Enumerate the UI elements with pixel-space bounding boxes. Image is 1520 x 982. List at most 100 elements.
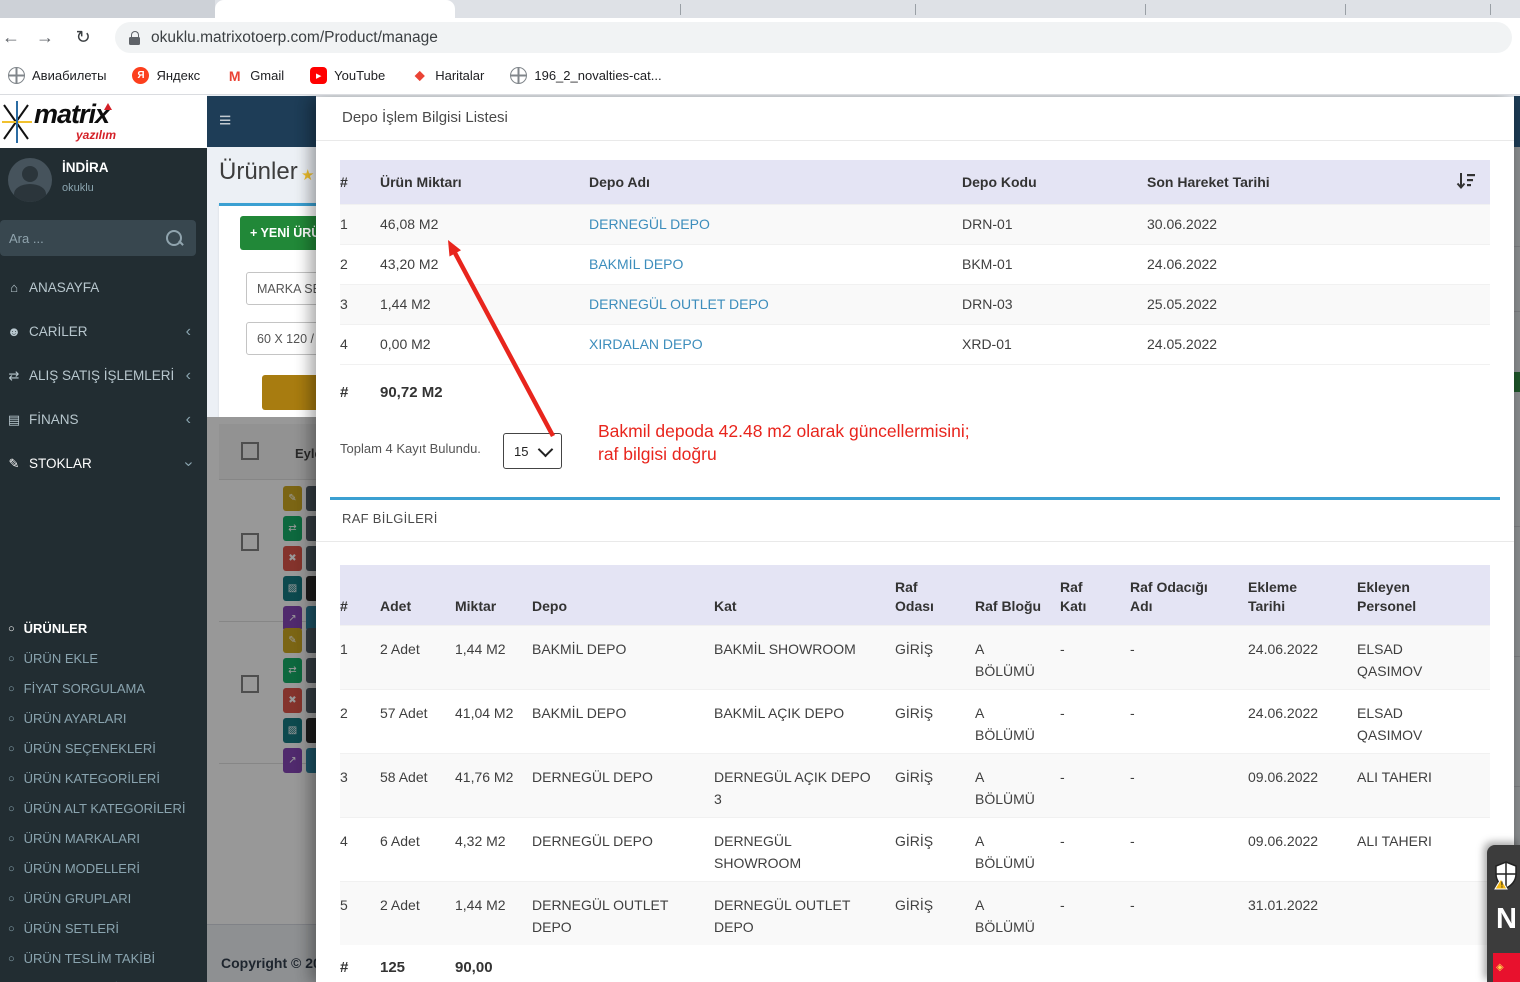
raf-col-header: Raf Bloğu	[975, 598, 1042, 614]
new-product-button[interactable]: + YENİ ÜRÜ	[240, 216, 316, 250]
sidebar-submenu-item[interactable]: ○ FİYAT SORGULAMA	[0, 674, 207, 704]
annotation-line2: raf bilgisi doğru	[598, 444, 717, 464]
sidebar-submenu-item[interactable]: ○ ÜRÜN MARKALARI	[0, 824, 207, 854]
action-icon[interactable]	[306, 688, 316, 713]
submenu-label: ÜRÜN SETLERİ	[23, 921, 120, 936]
brand-filter-input[interactable]: MARKA SE	[246, 272, 316, 305]
image-icon[interactable]: ▨	[283, 718, 302, 743]
depot-link[interactable]: DERNEGÜL DEPO	[589, 216, 710, 232]
logo-accent	[104, 103, 112, 110]
col-header-code: Depo Kodu	[962, 174, 1037, 190]
sidebar-menu-item[interactable]: CARİLER ‹	[0, 310, 207, 354]
page-size-select[interactable]: 15	[503, 433, 562, 469]
search-icon[interactable]	[166, 230, 182, 246]
sort-icon[interactable]	[1456, 171, 1476, 191]
delete-icon[interactable]: ✖	[283, 688, 302, 713]
sidebar-submenu-item[interactable]: ○ ÜRÜN SETLERİ	[0, 914, 207, 944]
action-icon[interactable]	[306, 718, 316, 743]
sidebar-submenu-item[interactable]: ○ ÜRÜN KATEGORİLERİ	[0, 764, 207, 794]
raf-col-header: Raf Odacığı Adı	[1130, 579, 1208, 614]
action-icon[interactable]	[306, 576, 316, 601]
back-icon[interactable]: ←	[0, 24, 24, 50]
menu-icon	[6, 442, 22, 486]
edit-icon[interactable]: ✎	[283, 628, 302, 653]
filter-button[interactable]	[262, 375, 316, 410]
select-all-checkbox[interactable]	[241, 442, 259, 460]
forward-icon[interactable]: →	[32, 24, 58, 50]
submenu-label: ÜRÜN EKLE	[23, 651, 99, 666]
bookmark-item[interactable]: Gmail	[226, 67, 284, 84]
security-popup[interactable]: ! N ◈	[1487, 845, 1520, 982]
modal-title: Depo İşlem Bilgisi Listesi	[342, 109, 508, 126]
col-header-date: Son Hareket Tarihi	[1147, 174, 1270, 190]
row-checkbox[interactable]	[241, 675, 259, 693]
sidebar-submenu-item[interactable]: ○ ÜRÜN AYARLARI	[0, 704, 207, 734]
sidebar-menu-item[interactable]: ANASAYFA	[0, 266, 207, 310]
bookmark-item[interactable]: Яндекс	[132, 67, 200, 84]
edit-icon[interactable]: ✎	[283, 486, 302, 511]
chevron-icon: ‹	[185, 367, 191, 384]
reload-icon[interactable]: ↻	[70, 24, 96, 50]
delete-icon[interactable]: ✖	[283, 546, 302, 571]
product-row: ✎ ⇄ ✖ ▨ ↗	[219, 621, 316, 773]
image-icon[interactable]: ▨	[283, 576, 302, 601]
action-icon[interactable]	[306, 486, 316, 511]
shield-warning-icon: !	[1494, 861, 1517, 890]
sidebar-menu-item[interactable]: STOKLAR ‹	[0, 442, 207, 486]
bookmark-item[interactable]: 196_2_novalties-cat...	[510, 67, 662, 84]
action-icon[interactable]	[306, 628, 316, 653]
hamburger-icon[interactable]: ≡	[219, 108, 231, 134]
cell-num: 4	[340, 336, 348, 352]
active-tab[interactable]	[215, 0, 455, 18]
sidebar-submenu-item[interactable]: ○ ÜRÜNLER	[0, 614, 207, 644]
depot-link[interactable]: BAKMİL DEPO	[589, 256, 683, 272]
action-icon[interactable]	[306, 516, 316, 541]
page-title: Ürünler	[219, 158, 298, 185]
sidebar-submenu-item[interactable]: ○ ÜRÜN ALT KATEGORİLERİ	[0, 794, 207, 824]
sidebar-submenu-item[interactable]: ○ ÜRÜN SEÇENEKLERİ	[0, 734, 207, 764]
transfer-icon[interactable]: ⇄	[283, 658, 302, 683]
raf-table-body: 1 2 Adet 1,44 M2 BAKMİL DEPO BAKMİL SHOW…	[340, 625, 1490, 945]
cell-qty: 0,00 M2	[380, 336, 431, 352]
bookmark-item[interactable]: Haritalar	[411, 67, 484, 84]
sidebar-submenu-item[interactable]: ○ ÜRÜN TESLİM TAKİBİ	[0, 944, 207, 974]
bookmark-favicon	[226, 67, 243, 84]
sidebar-menu-item[interactable]: FİNANS ‹	[0, 398, 207, 442]
raf-total-row: # 125 90,00	[340, 950, 1490, 982]
depot-total-value: 90,72 M2	[380, 384, 443, 401]
sidebar-submenu-item[interactable]: ○ ÜRÜN GRUPLARI	[0, 884, 207, 914]
sidebar-submenu-item[interactable]: ○ ÜRÜN MODELLERİ	[0, 854, 207, 884]
cell-raf-kati: -	[1060, 833, 1065, 849]
cell-kat: BAKMİL SHOWROOM	[714, 641, 856, 657]
submenu-label: ÜRÜN TESLİM TAKİBİ	[23, 951, 156, 966]
raf-row: 2 57 Adet 41,04 M2 BAKMİL DEPO BAKMİL AÇ…	[340, 689, 1490, 753]
depot-link[interactable]: DERNEGÜL OUTLET DEPO	[589, 296, 769, 312]
raf-row: 5 2 Adet 1,44 M2 DERNEGÜL OUTLET DEPO DE…	[340, 881, 1490, 945]
cell-raf-kati: -	[1060, 641, 1065, 657]
raf-col-header: Ekleyen Personel	[1357, 579, 1417, 614]
action-icon[interactable]	[306, 748, 316, 773]
sidebar-submenu-item[interactable]: ○ ÜRÜN EŞLEŞTİR	[0, 974, 207, 982]
popup-red-badge[interactable]: ◈	[1493, 953, 1520, 982]
row-checkbox[interactable]	[241, 533, 259, 551]
depot-link[interactable]: XIRDALAN DEPO	[589, 336, 703, 352]
bookmark-item[interactable]: YouTube	[310, 67, 385, 84]
sidebar-submenu-item[interactable]: ○ ÜRÜN EKLE	[0, 644, 207, 674]
favorite-star-icon[interactable]: ★	[301, 166, 314, 184]
transfer-icon[interactable]: ⇄	[283, 516, 302, 541]
bookmark-item[interactable]: Авиабилеты	[8, 67, 106, 84]
sidebar-menu-item[interactable]: ALIŞ SATIŞ İŞLEMLERİ ‹	[0, 354, 207, 398]
copyright-text: Copyright © 20	[221, 955, 316, 971]
share-icon[interactable]: ↗	[283, 748, 302, 773]
action-icon[interactable]	[306, 658, 316, 683]
submenu-label: ÜRÜN MARKALARI	[23, 831, 140, 846]
sidebar-search-input[interactable]: Ara ...	[0, 220, 196, 256]
inactive-tab-region[interactable]	[0, 0, 215, 18]
sidebar-logo-area[interactable]: matrix yazılım	[0, 95, 207, 148]
cell-miktar: 1,44 M2	[455, 641, 506, 657]
size-filter-input[interactable]: 60 X 120 /	[246, 322, 316, 355]
action-icon[interactable]	[306, 546, 316, 571]
browser-toolbar: ← → ↻ okuklu.matrixotoerp.com/Product/ma…	[0, 18, 1520, 57]
raf-col-header: #	[340, 598, 348, 614]
address-bar[interactable]: okuklu.matrixotoerp.com/Product/manage	[115, 22, 1512, 53]
